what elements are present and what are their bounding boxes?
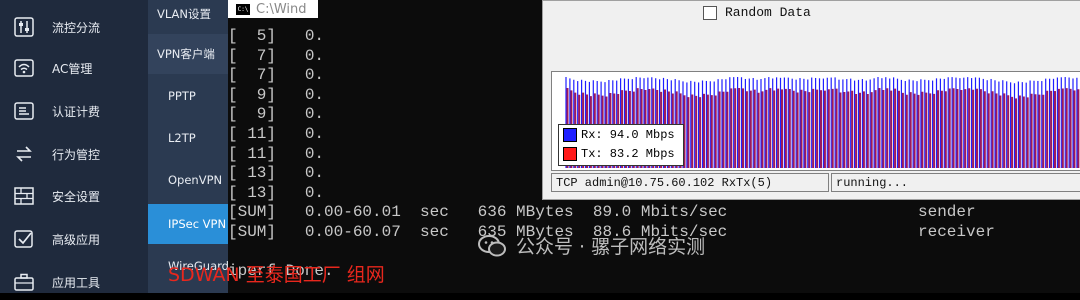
console-line: [ 7] 0. bbox=[228, 46, 325, 65]
sidebar-item-label: 认证计费 bbox=[52, 104, 101, 119]
sidebar-item-flow-control[interactable]: 流控分流 bbox=[0, 9, 148, 45]
console-line: [ 11] 0. bbox=[228, 125, 325, 143]
sidebar-item-ac-management[interactable]: AC管理 bbox=[0, 50, 148, 86]
console-line: [ 7] 0. bbox=[228, 66, 325, 85]
swap-icon bbox=[14, 144, 34, 164]
sidebar-item-security-settings[interactable]: 安全设置 bbox=[0, 178, 148, 214]
sliders-icon bbox=[14, 17, 34, 37]
graph-legend: Rx: 94.0 Mbps Tx: 83.2 Mbps bbox=[558, 124, 684, 166]
console-line: [ 5] 0. bbox=[228, 27, 325, 45]
status-state: running... bbox=[831, 173, 1080, 192]
checkbox-icon bbox=[14, 229, 34, 249]
subnav-item-pptp[interactable]: PPTP bbox=[148, 76, 228, 116]
subnav-item-openvpn[interactable]: OpenVPN bbox=[148, 160, 228, 200]
subnav-item-vpn-client[interactable]: VPN客户端 bbox=[148, 34, 228, 74]
random-data-label: Random Data bbox=[725, 5, 811, 20]
random-data-checkbox[interactable] bbox=[703, 5, 717, 20]
cmd-icon: C:\ bbox=[236, 3, 250, 15]
sidebar-item-label: AC管理 bbox=[52, 61, 93, 76]
sidebar-item-label: 行为管控 bbox=[52, 147, 101, 162]
console-line: [ 13] 0. bbox=[228, 183, 325, 202]
console-line: [ 11] 0. bbox=[228, 144, 325, 163]
id-card-icon bbox=[14, 101, 34, 121]
sidebar-item-auth-billing[interactable]: 认证计费 bbox=[0, 93, 148, 129]
console-line: [ 9] 0. bbox=[228, 85, 325, 104]
console-role: sender bbox=[918, 203, 976, 222]
status-connection: TCP admin@10.75.60.102 RxTx(5) bbox=[551, 173, 829, 192]
vpn-subnav: VLAN设置 VPN客户端 PPTP L2TP OpenVPN IPSec VP… bbox=[148, 0, 228, 293]
firewall-icon bbox=[14, 186, 34, 206]
wifi-icon bbox=[14, 58, 34, 78]
console-sum-line: [SUM] 0.00-60.01 sec 636 MBytes 89.0 Mbi… bbox=[228, 203, 728, 222]
random-data-option[interactable]: Random Data bbox=[703, 5, 811, 20]
legend-tx: Tx: 83.2 Mbps bbox=[559, 144, 683, 163]
tx-swatch bbox=[563, 146, 577, 161]
toolbox-icon bbox=[14, 272, 34, 292]
wechat-icon bbox=[478, 234, 506, 258]
throughput-dialog: Random Data Rx: 94.0 Mbps Tx: 83.2 Mbps … bbox=[542, 0, 1080, 200]
throughput-graph: Rx: 94.0 Mbps Tx: 83.2 Mbps bbox=[551, 71, 1080, 171]
subnav-item-vlan[interactable]: VLAN设置 bbox=[148, 0, 228, 34]
caption: SDWAN 至泰国工厂 组网 bbox=[168, 264, 385, 286]
sidebar-item-advanced[interactable]: 高级应用 bbox=[0, 221, 148, 257]
subnav-item-ipsec[interactable]: IPSec VPN bbox=[148, 204, 228, 244]
sidebar-item-label: 流控分流 bbox=[52, 20, 101, 35]
legend-tx-label: Tx: 83.2 Mbps bbox=[581, 146, 675, 161]
sidebar: 流控分流 AC管理 认证计费 行为管控 安全设置 高级应用 应用工具 bbox=[0, 0, 148, 293]
watermark-text: 公众号 · 骡子网络实测 bbox=[516, 236, 706, 258]
watermark: 公众号 · 骡子网络实测 bbox=[478, 232, 705, 259]
console-role: receiver bbox=[918, 223, 995, 241]
console-titlebar[interactable]: C:\ C:\Wind bbox=[228, 0, 318, 18]
legend-rx-label: Rx: 94.0 Mbps bbox=[581, 127, 675, 142]
legend-rx: Rx: 94.0 Mbps bbox=[559, 125, 683, 144]
console-line: [ 9] 0. bbox=[228, 105, 325, 124]
console-title: C:\Wind bbox=[256, 1, 307, 17]
rx-swatch bbox=[563, 127, 577, 142]
subnav-item-l2tp[interactable]: L2TP bbox=[148, 118, 228, 158]
sidebar-item-tools[interactable]: 应用工具 bbox=[0, 264, 148, 300]
sidebar-item-behavior-control[interactable]: 行为管控 bbox=[0, 136, 148, 172]
sidebar-item-label: 高级应用 bbox=[52, 232, 101, 247]
console-line: [ 13] 0. bbox=[228, 164, 325, 183]
sidebar-item-label: 应用工具 bbox=[52, 275, 101, 290]
sidebar-item-label: 安全设置 bbox=[52, 189, 101, 204]
